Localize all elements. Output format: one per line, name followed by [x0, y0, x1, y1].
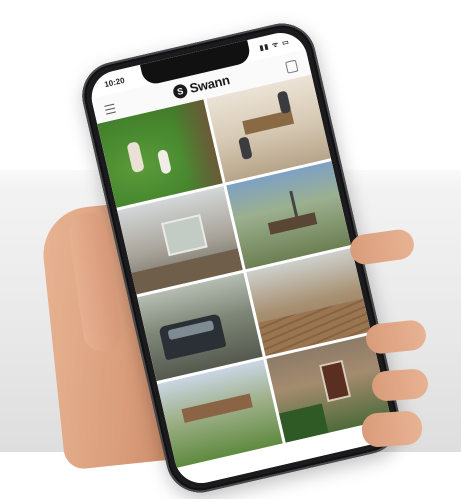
- status-icons: ▮▮ ᯤ ▭: [259, 38, 291, 53]
- hedge: [278, 403, 329, 443]
- person-figure: [237, 136, 253, 161]
- person-figure: [126, 141, 145, 174]
- window: [161, 214, 208, 257]
- table: [241, 110, 294, 135]
- fence: [181, 393, 253, 423]
- recordings-icon[interactable]: [285, 59, 299, 74]
- logo-text: Swann: [188, 72, 231, 96]
- menu-icon[interactable]: [104, 103, 117, 115]
- swann-logo-icon: S: [171, 82, 189, 100]
- finger: [371, 368, 429, 402]
- phone-screen: 10:20 ▮▮ ᯤ ▭ S Swann: [86, 27, 396, 489]
- camera-grid: [97, 74, 396, 489]
- dining-table: [267, 212, 317, 235]
- finger: [360, 409, 424, 449]
- front-door: [318, 359, 351, 403]
- child-figure: [156, 148, 172, 175]
- suv: [158, 313, 227, 361]
- status-time: 10:20: [103, 75, 126, 90]
- person-figure: [276, 90, 291, 115]
